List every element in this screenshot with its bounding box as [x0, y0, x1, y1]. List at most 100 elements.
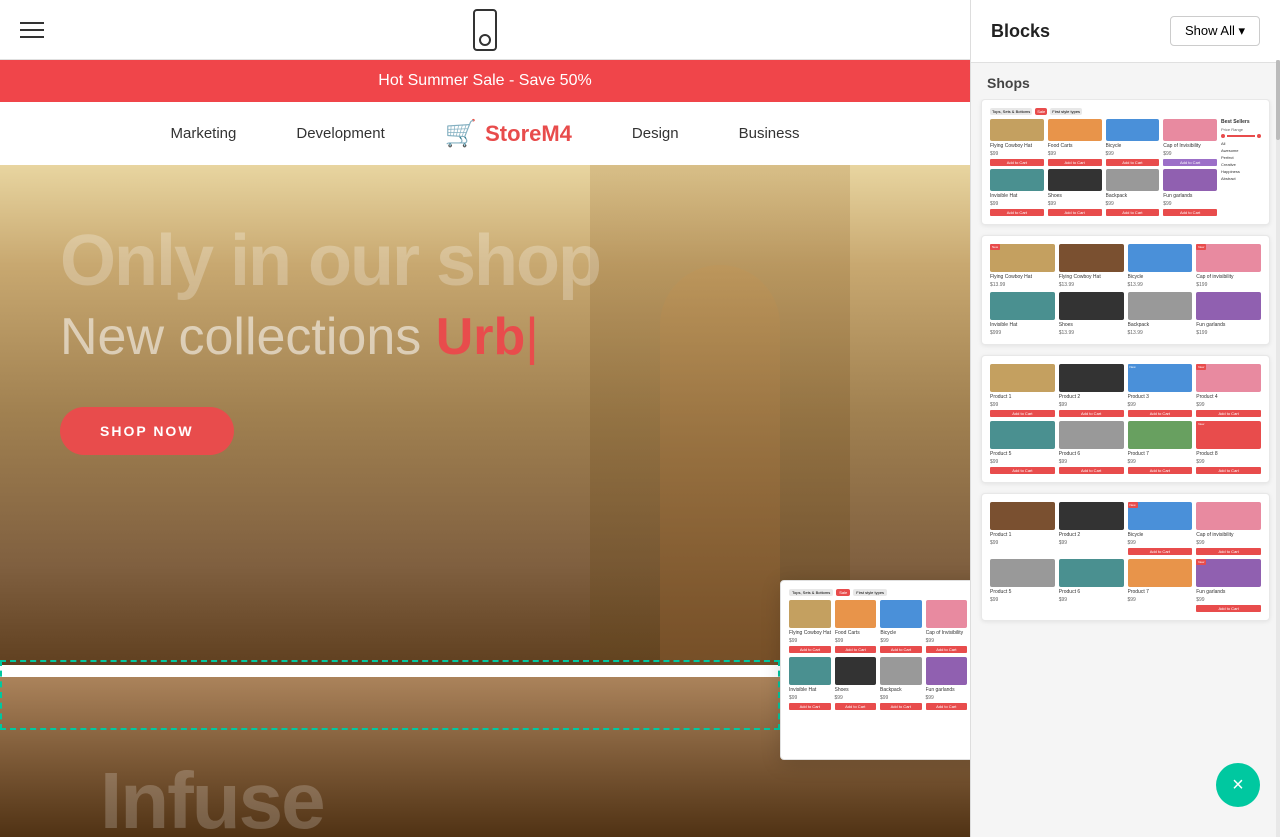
- b3-p7: Product 7 $99 Add to Cart: [1128, 421, 1193, 474]
- b1-p6: Shoes $99 Add to Cart: [1048, 169, 1102, 216]
- hero-title-main: Only in our shop: [60, 225, 600, 297]
- b1-sidebar: Best Sellers Price Range All Awesome Per…: [1221, 119, 1261, 216]
- hero-cursor: |: [525, 308, 539, 366]
- block-thumbnail-3[interactable]: Product 1 $99 Add to Cart Product 2 $99 …: [981, 355, 1270, 483]
- b4-grid-2: Product 5 $99 Product 6 $99 Product 7 $9…: [990, 559, 1261, 612]
- b4-p4: Cap of invisibility $99 Add to Cart: [1196, 502, 1261, 555]
- panel-scroll-area[interactable]: Tops, Sets & Bottoms Sale First style ty…: [971, 99, 1280, 837]
- website-preview: Hot Summer Sale - Save 50% Marketing Dev…: [0, 60, 970, 837]
- panel-title: Blocks: [991, 21, 1050, 42]
- b3-p3: New Product 3 $99 Add to Cart: [1128, 364, 1193, 417]
- b1-p2: Food Carts $99 Add to Cart: [1048, 119, 1102, 166]
- mini-img-5: [789, 657, 831, 685]
- show-all-button[interactable]: Show All ▾: [1170, 16, 1260, 46]
- mini-shop-layout: Flying Cowboy Hat $99 Add to Cart Food C…: [789, 600, 970, 710]
- panel-section-shops: Shops: [971, 63, 1280, 99]
- nav-link-design[interactable]: Design: [632, 125, 679, 142]
- mini-img-1: [789, 600, 831, 628]
- mini-img-6: [835, 657, 877, 685]
- announcement-bar: Hot Summer Sale - Save 50%: [0, 60, 970, 102]
- nav-link-marketing[interactable]: Marketing: [171, 125, 237, 142]
- hamburger-menu[interactable]: [20, 22, 44, 38]
- site-logo: 🛒 StoreM4: [445, 118, 572, 149]
- site-nav: Marketing Development 🛒 StoreM4 Design B…: [0, 102, 970, 165]
- mini-product-2: Food Carts $99 Add to Cart: [835, 600, 876, 653]
- b1-p4: Cap of Invisibility $99 Add to Cart: [1163, 119, 1217, 166]
- block-thumbnail-1[interactable]: Tops, Sets & Bottoms Sale First style ty…: [981, 99, 1270, 225]
- infuse-text: Infuse: [100, 755, 324, 837]
- floating-preview-content: Tops, Sets & Bottoms Sale First style ty…: [781, 581, 970, 718]
- b3-p6: Product 6 $99 Add to Cart: [1059, 421, 1124, 474]
- mini-filter-bar: Tops, Sets & Bottoms Sale First style ty…: [789, 589, 970, 596]
- announcement-text: Hot Summer Sale - Save 50%: [378, 72, 591, 89]
- block-1-content: Tops, Sets & Bottoms Sale First style ty…: [982, 100, 1269, 224]
- b2-p4: New Cap of invisibility $199: [1196, 244, 1261, 288]
- b2-p7: Backpack $13.99: [1128, 292, 1193, 336]
- b2-grid-2: Invisible Hat $999 Shoes $13.99 Backpack…: [990, 292, 1261, 336]
- b3-p5: Product 5 $99 Add to Cart: [990, 421, 1055, 474]
- block-thumbnail-2[interactable]: New Flying Cowboy Hat $13.99 Flying Cowb…: [981, 235, 1270, 345]
- nav-link-development[interactable]: Development: [296, 125, 384, 142]
- close-button[interactable]: ×: [1216, 763, 1260, 807]
- mini-product-7: Backpack $99 Add to Cart: [880, 657, 922, 710]
- b4-grid-1: Product 1 $99 Product 2 $99 New Bicycle …: [990, 502, 1261, 555]
- b1-p7: Backpack $99 Add to Cart: [1106, 169, 1160, 216]
- editor-area: Hot Summer Sale - Save 50% Marketing Dev…: [0, 0, 970, 837]
- b1-p3: Bicycle $99 Add to Cart: [1106, 119, 1160, 166]
- block-thumbnail-4[interactable]: Product 1 $99 Product 2 $99 New Bicycle …: [981, 493, 1270, 621]
- b4-p2: Product 2 $99: [1059, 502, 1124, 555]
- nav-link-business[interactable]: Business: [739, 125, 800, 142]
- b3-grid-1: Product 1 $99 Add to Cart Product 2 $99 …: [990, 364, 1261, 417]
- mobile-view-toggle[interactable]: [473, 9, 497, 51]
- b3-p8: New Product 8 $99 Add to Cart: [1196, 421, 1261, 474]
- filter-sale: Sale: [836, 589, 850, 596]
- block-3-content: Product 1 $99 Add to Cart Product 2 $99 …: [982, 356, 1269, 482]
- mini-product-8: Fun garlands $99 Add to Cart: [926, 657, 968, 710]
- mini-product-1: Flying Cowboy Hat $99 Add to Cart: [789, 600, 831, 653]
- hero-accent-text: Urb: [436, 308, 526, 366]
- b3-p2: Product 2 $99 Add to Cart: [1059, 364, 1124, 417]
- block-2-content: New Flying Cowboy Hat $13.99 Flying Cowb…: [982, 236, 1269, 344]
- b1-products: Flying Cowboy Hat $99 Add to Cart Food C…: [990, 119, 1217, 216]
- mini-img-3: [880, 600, 921, 628]
- mini-product-3: Bicycle $99 Add to Cart: [880, 600, 921, 653]
- b1-grid-1: Flying Cowboy Hat $99 Add to Cart Food C…: [990, 119, 1217, 166]
- b3-p1: Product 1 $99 Add to Cart: [990, 364, 1055, 417]
- b1-grid-2: Invisible Hat $99 Add to Cart Shoes $99 …: [990, 169, 1217, 216]
- mini-grid-row-1: Flying Cowboy Hat $99 Add to Cart Food C…: [789, 600, 967, 653]
- b4-p3: New Bicycle $99 Add to Cart: [1128, 502, 1193, 555]
- filter-new: First style types: [853, 589, 887, 596]
- b2-p5: Invisible Hat $999: [990, 292, 1055, 336]
- phone-icon: [473, 9, 497, 51]
- right-panel: Blocks Show All ▾ Shops Tops, Sets & Bot…: [970, 0, 1280, 837]
- shop-now-button[interactable]: SHOP NOW: [60, 407, 234, 455]
- mini-img-2: [835, 600, 876, 628]
- cart-icon: 🛒: [445, 118, 477, 149]
- floating-preview-card: Tops, Sets & Bottoms Sale First style ty…: [780, 580, 970, 760]
- b4-p1: Product 1 $99: [990, 502, 1055, 555]
- b1-layout: Flying Cowboy Hat $99 Add to Cart Food C…: [990, 119, 1261, 216]
- b4-p5: Product 5 $99: [990, 559, 1055, 612]
- selection-box: [0, 660, 780, 730]
- b1-filter-bar: Tops, Sets & Bottoms Sale First style ty…: [990, 108, 1261, 115]
- b2-p8: Fun garlands $199: [1196, 292, 1261, 336]
- b1-p1: Flying Cowboy Hat $99 Add to Cart: [990, 119, 1044, 166]
- logo-text: StoreM4: [485, 121, 572, 147]
- b1-p5: Invisible Hat $99 Add to Cart: [990, 169, 1044, 216]
- b4-p7: Product 7 $99: [1128, 559, 1193, 612]
- b1-p8: Fun garlands $99 Add to Cart: [1163, 169, 1217, 216]
- mini-img-4: [926, 600, 967, 628]
- mini-product-4: Cap of Invisibility $99 Add to Cart: [926, 600, 967, 653]
- mini-products-grid: Flying Cowboy Hat $99 Add to Cart Food C…: [789, 600, 967, 710]
- block-4-content: Product 1 $99 Product 2 $99 New Bicycle …: [982, 494, 1269, 620]
- hero-content: Only in our shop New collections Urb| SH…: [60, 225, 600, 455]
- mini-product-5: Invisible Hat $99 Add to Cart: [789, 657, 831, 710]
- top-toolbar: [0, 0, 970, 60]
- hero-title-sub: New collections Urb|: [60, 307, 600, 367]
- panel-header: Blocks Show All ▾: [971, 0, 1280, 63]
- b2-grid-1: New Flying Cowboy Hat $13.99 Flying Cowb…: [990, 244, 1261, 288]
- b2-p1: New Flying Cowboy Hat $13.99: [990, 244, 1055, 288]
- b3-p4: New Product 4 $99 Add to Cart: [1196, 364, 1261, 417]
- mini-img-8: [926, 657, 968, 685]
- b2-p6: Shoes $13.99: [1059, 292, 1124, 336]
